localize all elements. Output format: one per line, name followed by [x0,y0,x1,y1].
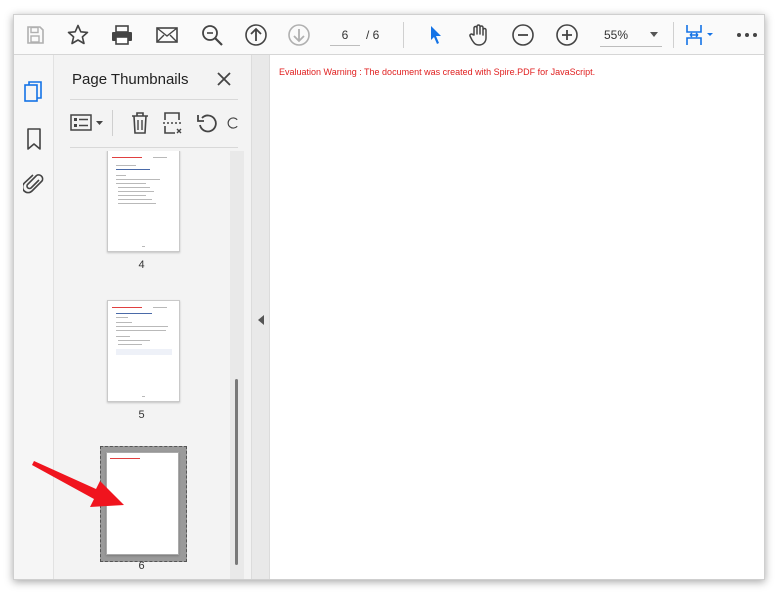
extract-icon[interactable] [161,110,185,136]
zoom-out-icon[interactable] [510,23,536,47]
mail-icon[interactable] [154,23,180,47]
save-icon[interactable] [22,23,48,47]
thumbnail-list: 4 5 6 [54,151,229,579]
annotation-arrow-icon [32,461,124,507]
collapse-arrow-icon[interactable] [258,315,264,325]
thumbnail-page-number: 6 [138,560,145,572]
star-icon[interactable] [65,23,91,47]
thumbnail-page-number: 4 [138,259,145,271]
document-page: Evaluation Warning : The document was cr… [270,55,764,579]
panel-divider [70,99,238,100]
more-icon[interactable] [734,23,760,47]
page-fit-icon[interactable] [682,23,718,47]
page-total-label: / 6 [366,28,380,42]
toolbar-divider [403,22,404,48]
top-toolbar: / 6 55% [14,15,764,55]
search-icon[interactable] [199,23,225,47]
thumbnail-scrollbar[interactable] [230,151,244,579]
page-number-input[interactable] [330,24,360,46]
panel-divider [70,147,238,148]
rotate-counterclockwise-icon[interactable] [227,110,241,136]
bookmarks-icon[interactable] [21,126,47,152]
thumbnail-options-icon[interactable] [69,110,105,136]
zoom-in-icon[interactable] [554,23,580,47]
page-thumbnail[interactable] [107,300,180,402]
previous-page-icon[interactable] [243,23,269,47]
panel-collapse-strip[interactable] [251,55,270,579]
thumbnail-page-number: 5 [138,409,145,421]
hand-icon[interactable] [466,23,492,47]
page-thumbnails-icon[interactable] [21,79,47,105]
rotate-icon[interactable] [195,110,219,136]
print-icon[interactable] [109,23,135,47]
attachments-icon[interactable] [21,171,47,197]
evaluation-warning: Evaluation Warning : The document was cr… [279,67,596,77]
delete-icon[interactable] [128,110,152,136]
toolbar-divider [673,22,674,48]
scrollbar-thumb[interactable] [235,379,238,565]
select-cursor-icon[interactable] [423,23,449,47]
panel-title: Page Thumbnails [72,71,189,88]
zoom-dropdown[interactable]: 55% [600,23,662,47]
toolbar-divider [112,110,113,136]
zoom-value: 55% [604,27,629,42]
close-icon[interactable] [214,69,234,89]
page-thumbnail[interactable] [107,151,180,252]
chevron-down-icon [650,32,658,37]
next-page-icon[interactable] [286,23,312,47]
